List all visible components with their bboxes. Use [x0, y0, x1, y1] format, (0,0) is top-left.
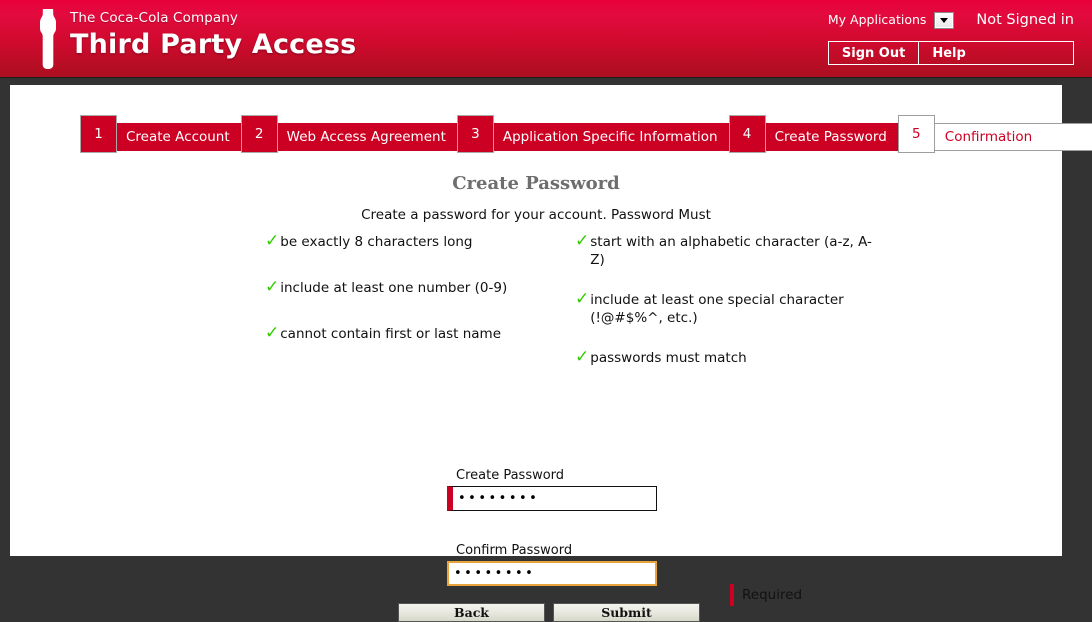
requirement-item: ✓ start with an alphabetic character (a-…	[575, 233, 875, 269]
step-5-label: Confirmation	[933, 122, 1092, 151]
required-marker-icon	[730, 584, 734, 606]
page-title: Create Password	[452, 173, 620, 194]
sign-out-button[interactable]: Sign Out	[829, 42, 918, 64]
requirement-item: ✓ cannot contain first or last name	[265, 325, 575, 343]
confirm-password-input[interactable]: ••••••••	[447, 561, 657, 586]
step-5-number: 5	[897, 115, 935, 153]
create-password-value: ••••••••	[458, 490, 540, 506]
step-4-number: 4	[728, 115, 766, 153]
requirement-text: cannot contain first or last name	[280, 326, 502, 342]
step-progress-bar: 1 Create Account 2 Web Access Agreement …	[80, 115, 1092, 159]
requirement-text: passwords must match	[590, 350, 747, 366]
requirement-text: include at least one number (0-9)	[280, 280, 508, 296]
header-button-group: Sign Out Help	[827, 41, 1074, 65]
applications-row: My Applications Not Signed in	[828, 9, 1074, 31]
step-3-application-specific-information[interactable]: 3 Application Specific Information	[456, 115, 729, 153]
coca-cola-bottle-icon	[40, 9, 56, 69]
create-password-label: Create Password	[456, 468, 565, 483]
step-4-create-password[interactable]: 4 Create Password	[728, 115, 898, 153]
submit-button[interactable]: Submit	[553, 603, 700, 622]
help-button[interactable]: Help	[918, 42, 978, 64]
step-1-create-account[interactable]: 1 Create Account	[80, 115, 241, 153]
form-actions: Back Submit	[398, 603, 700, 622]
green-check-icon: ✓	[265, 323, 280, 343]
required-legend-label: Required	[742, 587, 803, 603]
step-2-web-access-agreement[interactable]: 2 Web Access Agreement	[240, 115, 457, 153]
step-1-number: 1	[80, 115, 117, 153]
green-check-icon: ✓	[265, 277, 280, 297]
requirement-item: ✓ be exactly 8 characters long	[265, 233, 575, 251]
sign-in-status: Not Signed in	[976, 12, 1074, 28]
green-check-icon: ✓	[575, 289, 590, 309]
requirements-column-right: ✓ start with an alphabetic character (a-…	[575, 233, 875, 389]
brand-block: The Coca-Cola Company Third Party Access	[38, 6, 356, 70]
green-check-icon: ✓	[575, 347, 590, 367]
requirement-item: ✓ include at least one special character…	[575, 291, 875, 327]
step-2-number: 2	[240, 115, 278, 153]
my-applications-dropdown[interactable]	[934, 11, 955, 29]
requirement-text: include at least one special character (…	[590, 292, 844, 326]
green-check-icon: ✓	[265, 231, 280, 251]
step-3-label: Application Specific Information	[492, 122, 729, 151]
confirm-password-value: ••••••••	[454, 565, 536, 581]
app-title: Third Party Access	[70, 29, 357, 60]
my-applications-label: My Applications	[827, 12, 927, 27]
requirements-column-left: ✓ be exactly 8 characters long ✓ include…	[265, 233, 575, 389]
field-spacer	[447, 511, 667, 543]
page-content: 1 Create Account 2 Web Access Agreement …	[10, 85, 1092, 622]
step-1-label: Create Account	[116, 122, 241, 151]
chevron-down-icon	[940, 17, 949, 23]
site-header: The Coca-Cola Company Third Party Access…	[0, 0, 1092, 78]
requirement-text: be exactly 8 characters long	[280, 234, 473, 250]
company-name: The Coca-Cola Company	[70, 10, 238, 26]
password-requirements: ✓ be exactly 8 characters long ✓ include…	[265, 233, 885, 389]
header-right-controls: My Applications Not Signed in Sign Out H…	[827, 9, 1074, 65]
back-button[interactable]: Back	[398, 603, 545, 622]
step-4-label: Create Password	[764, 122, 898, 151]
password-fields: Create Password •••••••• Confirm Passwor…	[447, 468, 667, 586]
page-subtitle: Create a password for your account. Pass…	[361, 207, 711, 223]
green-check-icon: ✓	[575, 231, 590, 251]
create-password-input[interactable]: ••••••••	[447, 486, 657, 511]
requirement-text: start with an alphabetic character (a-z,…	[590, 234, 872, 268]
required-legend: Required	[730, 584, 802, 606]
step-2-label: Web Access Agreement	[276, 122, 457, 151]
requirement-item: ✓ include at least one number (0-9)	[265, 279, 575, 297]
requirement-item: ✓ passwords must match	[575, 349, 875, 367]
step-3-number: 3	[456, 115, 494, 153]
step-5-confirmation[interactable]: 5 Confirmation	[897, 115, 1092, 153]
